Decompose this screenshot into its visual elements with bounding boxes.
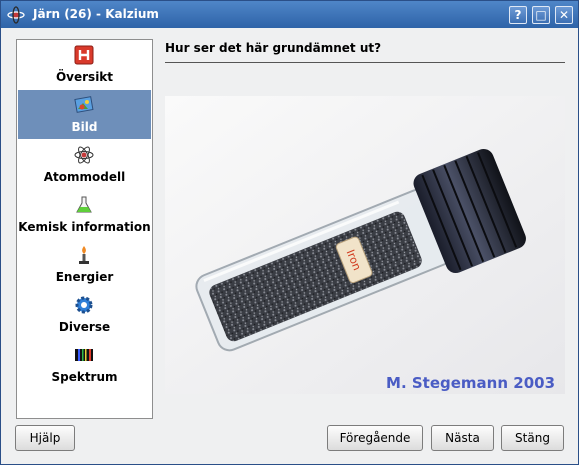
gear-icon: [75, 296, 93, 314]
help-title-button[interactable]: ?: [509, 6, 527, 24]
sidebar-item-oversikt[interactable]: Översikt: [18, 40, 151, 89]
sidebar-item-diverse[interactable]: Diverse: [18, 290, 151, 339]
sidebar-item-bild[interactable]: Bild: [18, 90, 151, 139]
sidebar-item-kemisk-information[interactable]: Kemisk information: [18, 190, 151, 239]
sidebar-item-spektrum[interactable]: Spektrum: [18, 340, 151, 389]
sidebar-item-label: Spektrum: [51, 370, 118, 384]
window-title: Järn (26) - Kalzium: [33, 7, 159, 21]
close-button[interactable]: Stäng: [501, 425, 564, 451]
sidebar-item-label: Bild: [71, 120, 98, 134]
previous-button[interactable]: Föregående: [327, 425, 423, 451]
heading-divider: [165, 62, 565, 63]
sidebar: Översikt Bild Atommodell Kemisk informat…: [16, 39, 153, 419]
title-bar[interactable]: Järn (26) - Kalzium ? □ ✕: [1, 1, 578, 28]
spectrum-icon: [75, 349, 93, 361]
picture-icon: [74, 96, 94, 113]
close-window-button[interactable]: ✕: [555, 6, 573, 24]
sidebar-item-label: Översikt: [55, 70, 114, 84]
photo-credit: M. Stegemann 2003: [386, 374, 555, 392]
overview-icon: [74, 45, 94, 65]
element-photo: Iron M. Stegemann 2003: [165, 96, 565, 394]
bunsen-burner-icon: [79, 246, 89, 264]
kalzium-app-icon[interactable]: [7, 6, 25, 24]
atom-icon: [74, 146, 94, 164]
maximize-button[interactable]: □: [532, 6, 550, 24]
sidebar-item-label: Energier: [55, 270, 114, 284]
window: Järn (26) - Kalzium ? □ ✕ Översikt Bild: [0, 0, 579, 465]
page-heading: Hur ser det här grundämnet ut?: [165, 41, 382, 55]
help-button[interactable]: Hjälp: [15, 425, 75, 451]
sidebar-item-energier[interactable]: Energier: [18, 240, 151, 289]
sidebar-item-label: Diverse: [58, 320, 111, 334]
sidebar-item-label: Atommodell: [43, 170, 126, 184]
flask-icon: [76, 196, 92, 213]
sidebar-item-atommodell[interactable]: Atommodell: [18, 140, 151, 189]
sidebar-item-label: Kemisk information: [18, 220, 151, 234]
next-button[interactable]: Nästa: [431, 425, 494, 451]
